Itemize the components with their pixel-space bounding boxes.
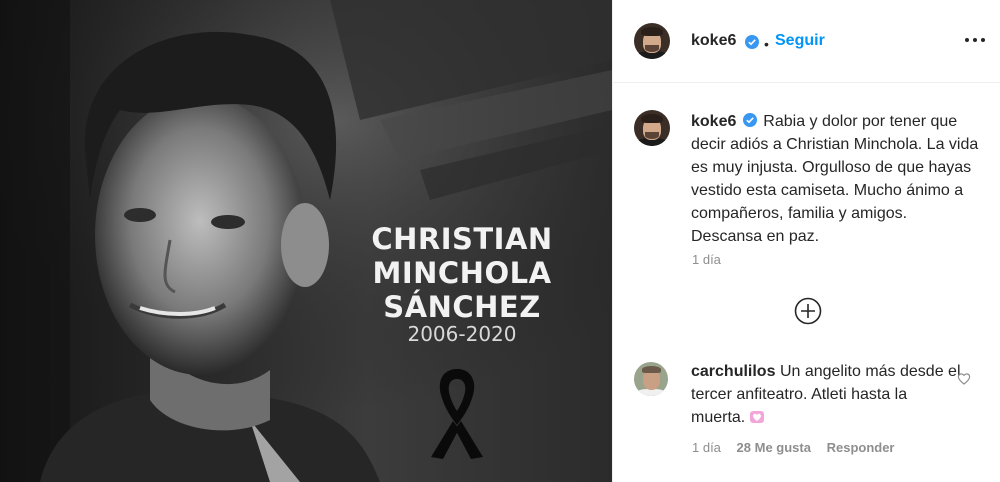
- comment-timestamp[interactable]: 1 día: [692, 440, 721, 455]
- caption-text: Rabia y dolor por tener que decir adiós …: [691, 113, 979, 245]
- verified-badge-icon: [745, 35, 759, 49]
- comment-avatar[interactable]: [634, 362, 668, 396]
- comment-username[interactable]: carchulilos: [691, 363, 775, 380]
- caption-timestamp[interactable]: 1 día: [692, 252, 721, 267]
- verified-badge-icon: [742, 113, 757, 127]
- caption-username[interactable]: koke6: [691, 113, 736, 130]
- plus-circle-icon[interactable]: [794, 297, 822, 325]
- reply-button[interactable]: Responder: [827, 440, 895, 455]
- avatar[interactable]: [634, 23, 670, 59]
- post-side-panel: koke6 • Seguir koke6 Rabia y dolor por t…: [612, 0, 1000, 482]
- post-caption: koke6 Rabia y dolor por tener que decir …: [691, 110, 981, 248]
- pink-heart-emoji-icon: [749, 411, 764, 423]
- header-separator: •: [764, 36, 769, 52]
- instagram-post: CHRISTIAN MINCHOLA SÁNCHEZ 2006-2020 kok…: [0, 0, 1000, 482]
- caption-avatar[interactable]: [634, 110, 670, 146]
- mourning-ribbon-icon: [431, 369, 483, 459]
- post-photo[interactable]: CHRISTIAN MINCHOLA SÁNCHEZ 2006-2020: [0, 0, 612, 482]
- heart-outline-icon[interactable]: [957, 372, 971, 385]
- name-line-1: CHRISTIAN: [371, 222, 553, 256]
- comment-likes[interactable]: 28 Me gusta: [737, 440, 811, 455]
- more-options-icon[interactable]: [965, 38, 987, 44]
- name-line-2: MINCHOLA: [372, 256, 552, 290]
- comment-body: carchulilos Un angelito más desde el ter…: [691, 360, 961, 429]
- header-username[interactable]: koke6: [691, 32, 736, 50]
- post-header: koke6 • Seguir: [613, 0, 1000, 83]
- name-line-3: SÁNCHEZ: [383, 290, 541, 324]
- memorial-years: 2006-2020: [407, 322, 517, 346]
- follow-button[interactable]: Seguir: [775, 32, 825, 50]
- memorial-name: CHRISTIAN MINCHOLA SÁNCHEZ: [362, 222, 562, 324]
- comment-meta: 1 día 28 Me gusta Responder: [692, 440, 895, 455]
